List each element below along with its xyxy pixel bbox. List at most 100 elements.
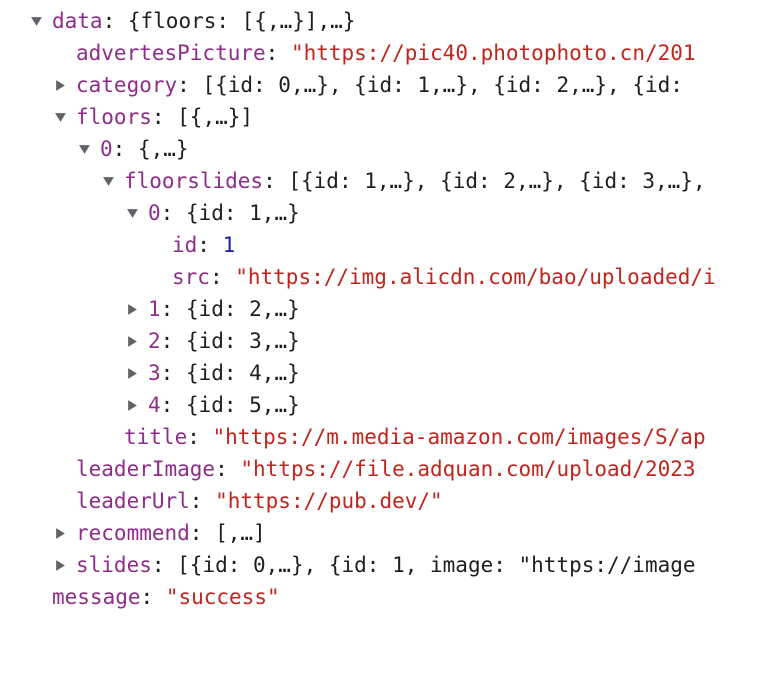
key-separator: : (187, 425, 213, 449)
key-separator: : (189, 521, 216, 545)
tree-row: title: "https://m.media-amazon.com/image… (0, 421, 784, 453)
property-key: id (172, 233, 198, 257)
object-preview: [{id: 0,…}, {id: 1, image: "https://imag… (177, 553, 696, 577)
collapse-triangle-icon[interactable] (54, 517, 68, 549)
property-key: category (76, 73, 178, 97)
key-separator: : (177, 73, 203, 97)
object-preview: {,…} (137, 137, 189, 161)
property-key: data (52, 9, 103, 33)
row-text: floorslides: [{id: 1,…}, {id: 2,…}, {id:… (124, 165, 706, 197)
row-text: src: "https://img.alicdn.com/bao/uploade… (172, 261, 716, 293)
property-key: advertesPicture (76, 41, 266, 65)
object-preview: {id: 5,…} (185, 393, 300, 417)
row-text: 0: {,…} (100, 133, 189, 165)
row-text: data: {floors: [{,…}],…} (52, 5, 355, 37)
row-text: 0: {id: 1,…} (148, 197, 300, 229)
key-separator: : (160, 361, 186, 385)
property-key: message (52, 585, 141, 609)
collapse-triangle-icon[interactable] (54, 69, 68, 101)
key-separator: : (160, 201, 186, 225)
expand-triangle-icon[interactable] (126, 197, 140, 229)
tree-row[interactable]: 2: {id: 3,…} (0, 325, 784, 357)
key-separator: : (140, 585, 166, 609)
property-key: floors (76, 105, 152, 129)
tree-row: leaderImage: "https://file.adquan.com/up… (0, 453, 784, 485)
row-text: floors: [{,…}] (76, 101, 253, 133)
object-preview: [{id: 1,…}, {id: 2,…}, {id: 3,…}, (288, 169, 706, 193)
row-text: leaderUrl: "https://pub.dev/" (76, 485, 443, 517)
key-separator: : (197, 233, 223, 257)
tree-row[interactable]: floorslides: [{id: 1,…}, {id: 2,…}, {id:… (0, 165, 784, 197)
property-key: leaderImage (76, 457, 216, 481)
row-text: 2: {id: 3,…} (148, 325, 300, 357)
key-separator: : (151, 105, 178, 129)
collapse-triangle-icon[interactable] (126, 293, 140, 325)
row-text: title: "https://m.media-amazon.com/image… (124, 421, 706, 453)
tree-row[interactable]: floors: [{,…}] (0, 101, 784, 133)
collapse-triangle-icon[interactable] (54, 549, 68, 581)
key-separator: : (160, 297, 186, 321)
row-text: leaderImage: "https://file.adquan.com/up… (76, 453, 696, 485)
object-preview: {id: 3,…} (185, 329, 300, 353)
property-key: 0 (100, 137, 113, 161)
string-value: "https://file.adquan.com/upload/2023 (240, 457, 696, 481)
property-key: title (124, 425, 188, 449)
expand-triangle-icon[interactable] (102, 165, 116, 197)
property-key: 3 (148, 361, 161, 385)
row-text: advertesPicture: "https://pic40.photopho… (76, 37, 696, 69)
collapse-triangle-icon[interactable] (126, 357, 140, 389)
property-key: src (172, 265, 210, 289)
row-text: category: [{id: 0,…}, {id: 1,…}, {id: 2,… (76, 69, 683, 101)
key-separator: : (112, 137, 138, 161)
key-separator: : (263, 169, 289, 193)
tree-row: id: 1 (0, 229, 784, 261)
json-tree-view: data: {floors: [{,…}],…} advertesPicture:… (0, 0, 784, 678)
collapse-triangle-icon[interactable] (126, 325, 140, 357)
object-preview: {id: 2,…} (185, 297, 300, 321)
string-value: "https://pic40.photophoto.cn/201 (290, 41, 696, 65)
tree-row[interactable]: 1: {id: 2,…} (0, 293, 784, 325)
row-text: message: "success" (52, 581, 280, 613)
string-value: "https://pub.dev/" (215, 489, 443, 513)
property-key: 2 (148, 329, 161, 353)
key-separator: : (160, 329, 186, 353)
string-value: "https://m.media-amazon.com/images/S/ap (212, 425, 706, 449)
expand-triangle-icon[interactable] (54, 101, 68, 133)
expand-triangle-icon[interactable] (30, 5, 44, 37)
row-text: 3: {id: 4,…} (148, 357, 300, 389)
expand-triangle-icon[interactable] (78, 133, 92, 165)
object-preview: {id: 4,…} (185, 361, 300, 385)
collapse-triangle-icon[interactable] (126, 389, 140, 421)
property-key: floorslides (124, 169, 264, 193)
object-preview: [{id: 0,…}, {id: 1,…}, {id: 2,…}, {id: (202, 73, 683, 97)
tree-row[interactable]: 0: {,…} (0, 133, 784, 165)
object-preview: [,…] (215, 521, 266, 545)
tree-row[interactable]: 4: {id: 5,…} (0, 389, 784, 421)
tree-row[interactable]: 0: {id: 1,…} (0, 197, 784, 229)
property-key: 1 (148, 297, 161, 321)
row-text: 4: {id: 5,…} (148, 389, 300, 421)
property-key: 4 (148, 393, 161, 417)
key-separator: : (265, 41, 291, 65)
tree-row[interactable]: category: [{id: 0,…}, {id: 1,…}, {id: 2,… (0, 69, 784, 101)
object-preview: {floors: [{,…}],…} (127, 9, 356, 33)
string-value: "https://img.alicdn.com/bao/uploaded/i (235, 265, 716, 289)
tree-row: leaderUrl: "https://pub.dev/" (0, 485, 784, 517)
key-separator: : (189, 489, 216, 513)
property-key: leaderUrl (76, 489, 190, 513)
row-text: 1: {id: 2,…} (148, 293, 300, 325)
tree-row[interactable]: 3: {id: 4,…} (0, 357, 784, 389)
row-text: recommend: [,…] (76, 517, 266, 549)
key-separator: : (160, 393, 186, 417)
property-key: 0 (148, 201, 161, 225)
key-separator: : (102, 9, 128, 33)
key-separator: : (151, 553, 178, 577)
tree-row[interactable]: slides: [{id: 0,…}, {id: 1, image: "http… (0, 549, 784, 581)
tree-row: message: "success" (0, 581, 784, 613)
tree-row[interactable]: recommend: [,…] (0, 517, 784, 549)
number-value: 1 (222, 233, 236, 257)
key-separator: : (215, 457, 241, 481)
row-text: slides: [{id: 0,…}, {id: 1, image: "http… (76, 549, 696, 581)
tree-row[interactable]: data: {floors: [{,…}],…} (0, 5, 784, 37)
property-key: slides (76, 553, 152, 577)
